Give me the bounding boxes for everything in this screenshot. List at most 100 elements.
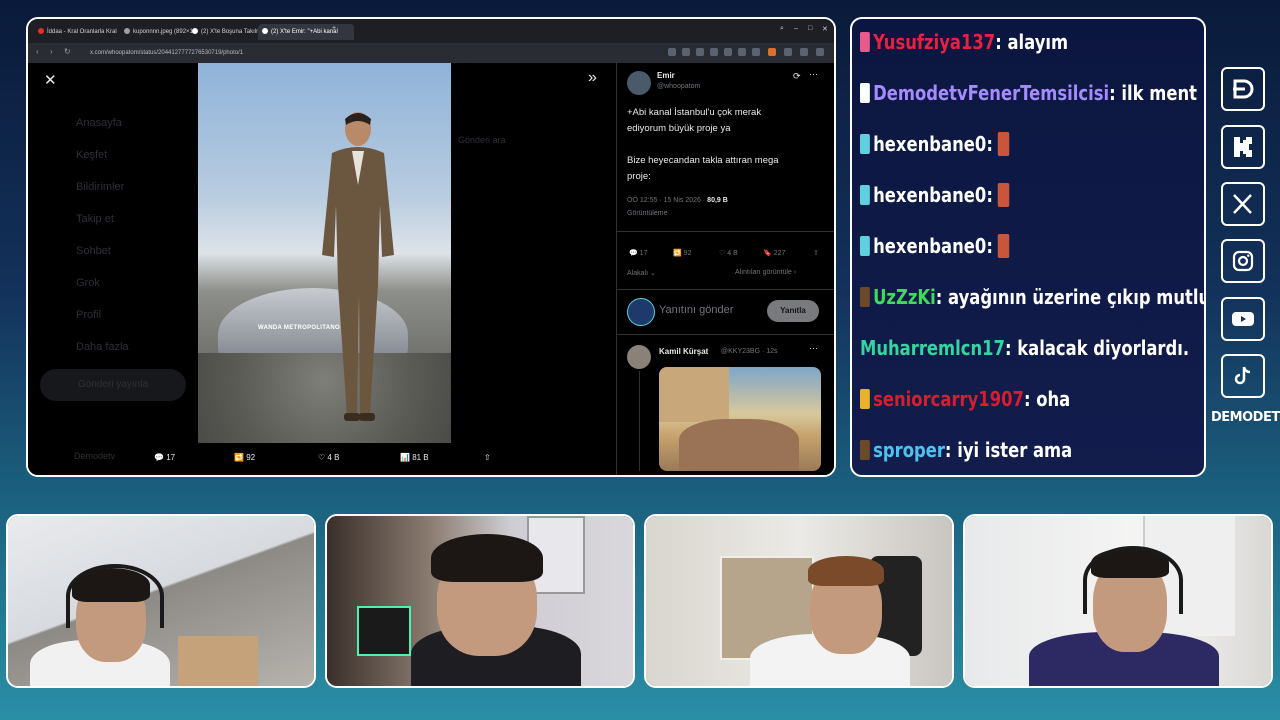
avatar[interactable] bbox=[627, 71, 651, 95]
extension-icon[interactable] bbox=[768, 48, 776, 56]
close-window-button[interactable]: ✕ bbox=[822, 25, 828, 33]
tweet-detail-panel: Emir @whoopatom ⟳ ··· +Abi kanal İstanbu… bbox=[616, 63, 834, 475]
background-search-hint: Gönderi ara bbox=[458, 135, 506, 145]
reply-input[interactable]: Yanıtını gönder bbox=[659, 304, 733, 316]
bookmark-icon[interactable] bbox=[724, 48, 732, 56]
like-stat-count: 4 B bbox=[727, 250, 738, 257]
sidebar-item-grok: Grok bbox=[76, 277, 100, 289]
chat-message: hexenbane0: bbox=[860, 180, 1010, 210]
share-stat-icon[interactable]: ⇧ bbox=[813, 249, 819, 257]
tab-iddaa[interactable]: İddaa - Kral Oranlarla Kral bbox=[34, 24, 120, 40]
zoom-icon[interactable] bbox=[668, 48, 676, 56]
reply-handle-text: @KKY23BG bbox=[721, 348, 761, 355]
like-action[interactable]: ♡ 4 B bbox=[318, 453, 339, 462]
webcam-4 bbox=[963, 514, 1273, 688]
share-icon[interactable] bbox=[682, 48, 690, 56]
user-badge-icon bbox=[860, 185, 870, 205]
settings-icon[interactable] bbox=[800, 48, 808, 56]
menu-icon[interactable] bbox=[816, 48, 824, 56]
headphones-icon bbox=[66, 564, 164, 628]
chat-message-text: : kalacak diyorlardı. bbox=[1004, 336, 1190, 360]
chat-username[interactable]: Muharremlcn17 bbox=[860, 336, 1005, 360]
demodetv-icon[interactable] bbox=[1221, 67, 1265, 111]
reply-gif-image[interactable] bbox=[659, 367, 821, 471]
views-action[interactable]: 📊 81 B bbox=[400, 453, 429, 462]
sidebar-item-explore: Keşfet bbox=[76, 149, 108, 161]
repost-count: 92 bbox=[246, 453, 256, 462]
minimize-button[interactable]: – bbox=[794, 25, 798, 32]
webcam-2 bbox=[325, 514, 635, 688]
close-icon[interactable]: ✕ bbox=[44, 71, 57, 89]
user-badge-icon bbox=[860, 32, 870, 52]
sort-dropdown[interactable]: Alakalı ⌄ bbox=[627, 269, 656, 277]
reply-stat[interactable]: 💬 17 bbox=[629, 249, 647, 257]
like-stat[interactable]: ♡ 4 B bbox=[719, 249, 738, 257]
background-post-button: Gönderi yayınla bbox=[40, 369, 186, 401]
webcam-3 bbox=[644, 514, 954, 688]
chat-message-text: : iyi ister ama bbox=[944, 438, 1073, 462]
repost-stat-count: 92 bbox=[683, 250, 692, 257]
chat-emote-icon bbox=[998, 234, 1010, 258]
chat-username[interactable]: hexenbane0 bbox=[873, 183, 986, 207]
download-icon[interactable] bbox=[752, 48, 760, 56]
more-options-icon[interactable]: ··· bbox=[809, 343, 818, 353]
avatar[interactable] bbox=[627, 345, 651, 369]
repost-action[interactable]: 🔁 92 bbox=[234, 453, 255, 462]
chat-username[interactable]: DemodetvFenerTemsilcisi bbox=[873, 81, 1109, 105]
chat-message-text: : ayağının üzerine çıkıp mutlu olurduk bbox=[935, 285, 1206, 309]
headphones-icon bbox=[1083, 546, 1183, 614]
chat-username[interactable]: hexenbane0 bbox=[873, 234, 986, 258]
tweet-author-handle[interactable]: @whoopatom bbox=[657, 83, 700, 90]
chat-message-text: : bbox=[986, 183, 993, 207]
reply-author-handle[interactable]: @KKY23BG · 12s bbox=[721, 348, 778, 355]
reply-stat-count: 17 bbox=[639, 250, 648, 257]
chat-message: UzZzKi: ayağının üzerine çıkıp mutlu olu… bbox=[860, 282, 1206, 312]
cam-neon-sign bbox=[357, 606, 411, 656]
repost-stat[interactable]: 🔁 92 bbox=[673, 249, 691, 257]
view-quotes-link[interactable]: Alıntıları görüntüle › bbox=[735, 269, 796, 276]
camera-icon[interactable] bbox=[696, 48, 704, 56]
reload-icon[interactable]: ↻ bbox=[64, 47, 71, 56]
user-badge-icon bbox=[860, 236, 870, 256]
new-tab-button[interactable]: + bbox=[332, 25, 336, 32]
maximize-button[interactable]: □ bbox=[808, 25, 812, 32]
url-field[interactable]: x.com/whoopatom/status/20441277772765307… bbox=[90, 46, 650, 60]
tweet-text-line-3: Bize heyecandan takla attıran mega bbox=[627, 155, 779, 166]
cube-icon[interactable] bbox=[710, 48, 718, 56]
tiktok-icon[interactable] bbox=[1221, 354, 1265, 398]
chat-username[interactable]: hexenbane0 bbox=[873, 132, 986, 156]
instagram-icon[interactable] bbox=[1221, 239, 1265, 283]
chat-username[interactable]: seniorcarry1907 bbox=[873, 387, 1024, 411]
wallet-icon[interactable] bbox=[784, 48, 792, 56]
kick-icon[interactable] bbox=[1221, 125, 1265, 169]
search-tabs-icon[interactable]: ⌕ bbox=[780, 25, 784, 33]
reply-author-name[interactable]: Kamil Kürşat bbox=[659, 347, 708, 356]
bookmark-stat[interactable]: 🔖 227 bbox=[763, 249, 785, 257]
chat-username[interactable]: Yusufziya137 bbox=[873, 30, 995, 54]
heart-icon[interactable] bbox=[738, 48, 746, 56]
x-icon[interactable] bbox=[1221, 182, 1265, 226]
forward-button[interactable]: › bbox=[50, 47, 53, 56]
chat-message-text: : alayım bbox=[995, 30, 1069, 54]
more-options-icon[interactable]: ··· bbox=[809, 69, 818, 79]
back-button[interactable]: ‹ bbox=[36, 47, 39, 56]
reply-action[interactable]: 💬 17 bbox=[154, 453, 175, 462]
tweet-author-name[interactable]: Emir bbox=[657, 71, 675, 80]
reply-button[interactable]: Yanıtla bbox=[767, 300, 819, 322]
chat-username[interactable]: UzZzKi bbox=[873, 285, 936, 309]
chat-panel: Yusufziya137: alayım DemodetvFenerTemsilc… bbox=[850, 17, 1206, 477]
tab-x-emir[interactable]: (2) X'te Emir: "+Abi kanal bbox=[258, 24, 354, 40]
sidebar-item-chat: Sohbet bbox=[76, 245, 111, 257]
youtube-icon[interactable] bbox=[1221, 297, 1265, 341]
chat-emote-icon bbox=[998, 183, 1010, 207]
grok-icon[interactable]: ⟳ bbox=[793, 71, 801, 82]
views-count: 81 B bbox=[412, 453, 429, 462]
expand-sidebar-icon[interactable]: » bbox=[588, 69, 597, 87]
chat-message: Muharremlcn17: kalacak diyorlardı. bbox=[860, 333, 1189, 363]
chat-username[interactable]: sproper bbox=[873, 438, 945, 462]
chat-message-text: : oha bbox=[1023, 387, 1071, 411]
share-action-icon[interactable]: ⇧ bbox=[484, 453, 491, 462]
gif-building bbox=[659, 367, 729, 422]
chat-message-text: : bbox=[986, 132, 993, 156]
tweet-photo[interactable]: WANDA METROPOLITANO bbox=[198, 63, 451, 443]
